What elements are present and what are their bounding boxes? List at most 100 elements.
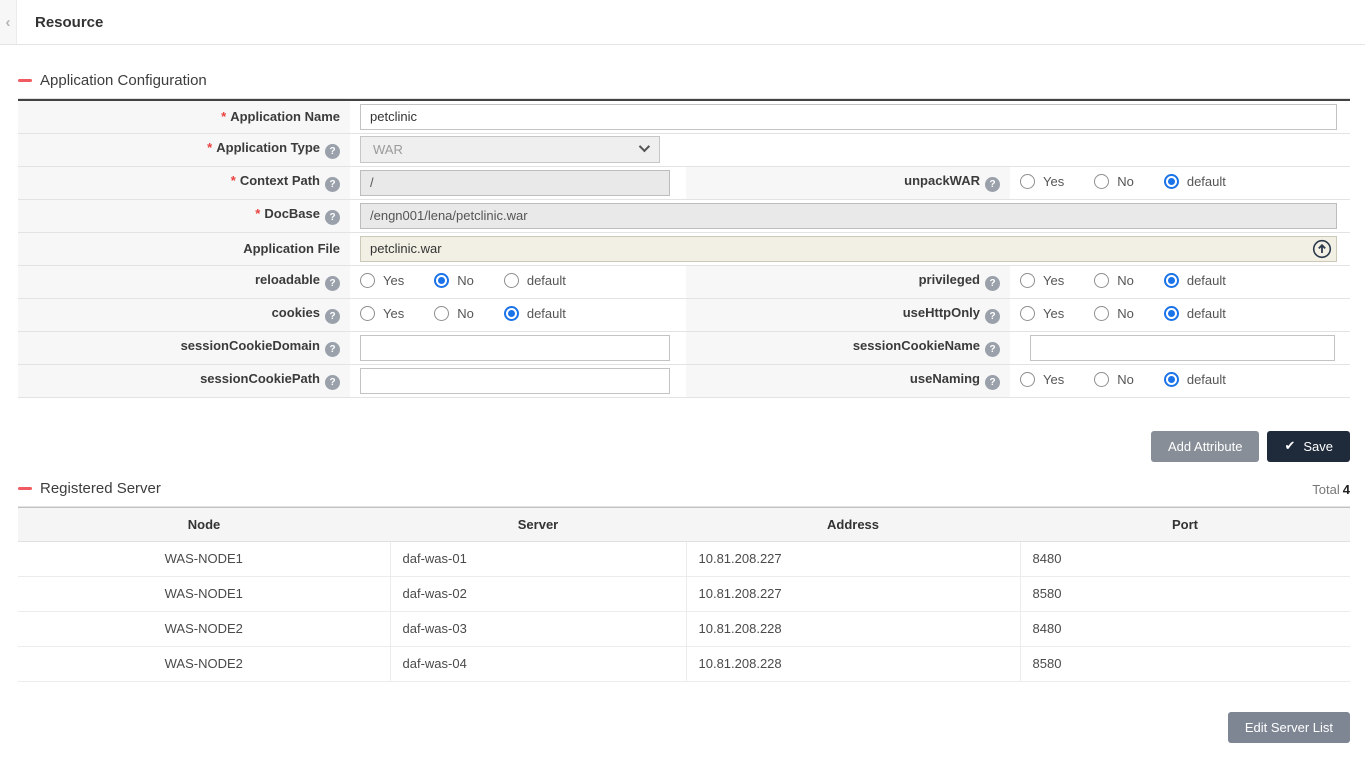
help-icon[interactable] bbox=[325, 177, 340, 192]
save-button[interactable]: ✔Save bbox=[1267, 431, 1350, 462]
radio-icon bbox=[1020, 273, 1035, 288]
radio-label: default bbox=[1187, 372, 1226, 387]
table-row[interactable]: WAS-NODE2daf-was-0310.81.208.2288480 bbox=[18, 611, 1350, 646]
upload-icon[interactable] bbox=[1312, 239, 1332, 259]
form-row-application-name: *Application Name bbox=[18, 100, 1350, 133]
usehttponly-radio-group: Yes No default bbox=[1010, 298, 1350, 331]
radio-icon bbox=[1164, 372, 1179, 387]
usehttponly-radio-yes[interactable]: Yes bbox=[1020, 306, 1064, 321]
privileged-radio-group: Yes No default bbox=[1010, 265, 1350, 298]
cookies-radio-group: Yes No default bbox=[350, 298, 686, 331]
total-count: Total4 bbox=[1312, 482, 1350, 497]
cell-node: WAS-NODE1 bbox=[18, 576, 390, 611]
application-name-input[interactable] bbox=[360, 104, 1337, 130]
add-attribute-button[interactable]: Add Attribute bbox=[1151, 431, 1259, 462]
usehttponly-radio-no[interactable]: No bbox=[1094, 306, 1134, 321]
privileged-radio-default[interactable]: default bbox=[1164, 273, 1226, 288]
usehttponly-radio-default[interactable]: default bbox=[1164, 306, 1226, 321]
usehttponly-label: useHttpOnly bbox=[686, 298, 1010, 331]
sessioncookiepath-input[interactable] bbox=[360, 368, 670, 394]
help-icon[interactable] bbox=[325, 342, 340, 357]
cell-node: WAS-NODE2 bbox=[18, 611, 390, 646]
radio-label: No bbox=[1117, 372, 1134, 387]
unpackwar-radio-no[interactable]: No bbox=[1094, 174, 1134, 189]
cell-server: daf-was-01 bbox=[390, 541, 686, 576]
application-file-label: Application File bbox=[18, 232, 350, 265]
app-config-section-header: Application Configuration bbox=[18, 72, 1350, 99]
radio-icon bbox=[434, 273, 449, 288]
form-row-reloadable-privileged: reloadable YesNodefault privileged YesNo… bbox=[18, 265, 1350, 298]
table-row[interactable]: WAS-NODE1daf-was-0110.81.208.2278480 bbox=[18, 541, 1350, 576]
check-icon: ✔ bbox=[1284, 438, 1295, 454]
edit-server-list-button[interactable]: Edit Server List bbox=[1228, 712, 1350, 743]
usenaming-radio-yes[interactable]: Yes bbox=[1020, 372, 1064, 387]
cell-server: daf-was-03 bbox=[390, 611, 686, 646]
cell-server: daf-was-04 bbox=[390, 646, 686, 681]
table-row[interactable]: WAS-NODE2daf-was-0410.81.208.2288580 bbox=[18, 646, 1350, 681]
help-icon[interactable] bbox=[325, 144, 340, 159]
reloadable-radio-default[interactable]: default bbox=[504, 273, 566, 288]
cell-port: 8580 bbox=[1020, 646, 1350, 681]
radio-icon bbox=[1094, 273, 1109, 288]
cell-address: 10.81.208.228 bbox=[686, 646, 1020, 681]
column-header-address: Address bbox=[686, 507, 1020, 541]
application-file-input bbox=[360, 236, 1337, 262]
chevron-left-icon: ‹ bbox=[6, 15, 11, 30]
unpackwar-radio-default[interactable]: default bbox=[1164, 174, 1226, 189]
help-icon[interactable] bbox=[985, 276, 1000, 291]
reloadable-radio-group: Yes No default bbox=[350, 265, 686, 298]
radio-icon bbox=[360, 273, 375, 288]
sessioncookiename-input[interactable] bbox=[1030, 335, 1335, 361]
column-header-port: Port bbox=[1020, 507, 1350, 541]
form-row-application-file: Application File bbox=[18, 232, 1350, 265]
privileged-radio-no[interactable]: No bbox=[1094, 273, 1134, 288]
reloadable-label: reloadable bbox=[18, 265, 350, 298]
help-icon[interactable] bbox=[325, 276, 340, 291]
radio-icon bbox=[1020, 174, 1035, 189]
sessioncookiepath-label: sessionCookiePath bbox=[18, 364, 350, 397]
chevron-down-icon bbox=[639, 141, 650, 152]
radio-label: No bbox=[1117, 306, 1134, 321]
radio-label: No bbox=[1117, 273, 1134, 288]
usenaming-radio-no[interactable]: No bbox=[1094, 372, 1134, 387]
page-header: ‹ Resource bbox=[0, 0, 1365, 45]
unpackwar-radio-yes[interactable]: Yes bbox=[1020, 174, 1064, 189]
radio-label: Yes bbox=[1043, 273, 1064, 288]
table-row[interactable]: WAS-NODE1daf-was-0210.81.208.2278580 bbox=[18, 576, 1350, 611]
help-icon[interactable] bbox=[985, 177, 1000, 192]
help-icon[interactable] bbox=[325, 309, 340, 324]
form-row-sessioncookiedomain-name: sessionCookieDomain sessionCookieName bbox=[18, 331, 1350, 364]
unpackwar-radio-group: Yes No default bbox=[1010, 166, 1350, 199]
cell-address: 10.81.208.227 bbox=[686, 541, 1020, 576]
cookies-radio-yes[interactable]: Yes bbox=[360, 306, 404, 321]
radio-icon bbox=[434, 306, 449, 321]
application-type-label: *Application Type bbox=[18, 133, 350, 166]
section-title: Application Configuration bbox=[18, 72, 207, 89]
radio-label: Yes bbox=[1043, 174, 1064, 189]
cell-port: 8580 bbox=[1020, 576, 1350, 611]
cookies-radio-no[interactable]: No bbox=[434, 306, 474, 321]
sessioncookiedomain-label: sessionCookieDomain bbox=[18, 331, 350, 364]
section-title: Registered Server bbox=[18, 480, 161, 497]
radio-label: default bbox=[1187, 273, 1226, 288]
help-icon[interactable] bbox=[985, 342, 1000, 357]
help-icon[interactable] bbox=[325, 210, 340, 225]
back-button[interactable]: ‹ bbox=[0, 0, 17, 44]
radio-icon bbox=[1164, 306, 1179, 321]
radio-label: Yes bbox=[383, 306, 404, 321]
reloadable-radio-yes[interactable]: Yes bbox=[360, 273, 404, 288]
cell-node: WAS-NODE2 bbox=[18, 646, 390, 681]
sessioncookiedomain-input[interactable] bbox=[360, 335, 670, 361]
privileged-radio-yes[interactable]: Yes bbox=[1020, 273, 1064, 288]
help-icon[interactable] bbox=[985, 309, 1000, 324]
registered-server-table: NodeServerAddressPort WAS-NODE1daf-was-0… bbox=[18, 507, 1350, 682]
reloadable-radio-no[interactable]: No bbox=[434, 273, 474, 288]
radio-icon bbox=[1020, 372, 1035, 387]
cookies-radio-default[interactable]: default bbox=[504, 306, 566, 321]
cell-address: 10.81.208.228 bbox=[686, 611, 1020, 646]
usenaming-radio-default[interactable]: default bbox=[1164, 372, 1226, 387]
help-icon[interactable] bbox=[985, 375, 1000, 390]
help-icon[interactable] bbox=[325, 375, 340, 390]
sessioncookiename-label: sessionCookieName bbox=[686, 331, 1010, 364]
radio-label: No bbox=[457, 306, 474, 321]
